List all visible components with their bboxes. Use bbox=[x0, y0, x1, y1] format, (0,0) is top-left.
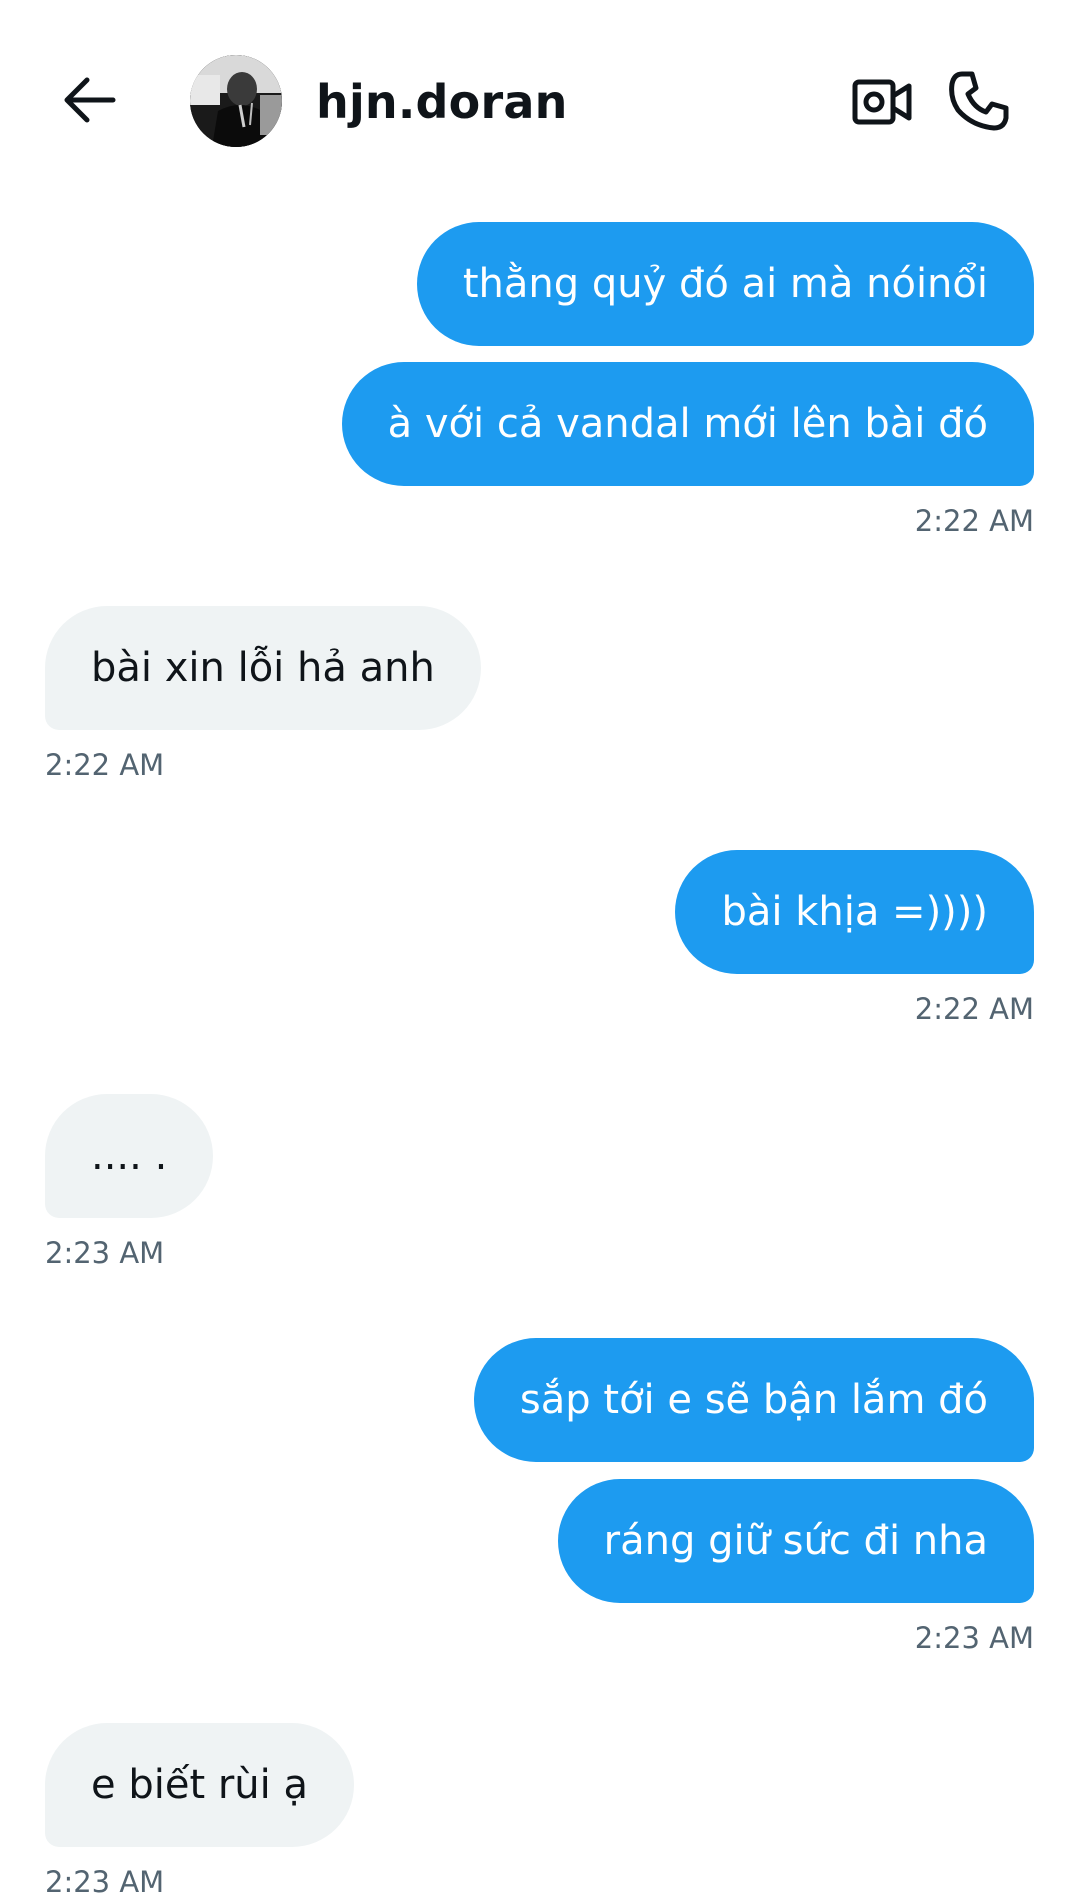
received-message-bubble[interactable]: bài xin lỗi hả anh bbox=[45, 606, 481, 730]
avatar-photo bbox=[190, 55, 282, 147]
message-timestamp: 2:23 AM bbox=[45, 1236, 165, 1270]
back-button[interactable] bbox=[58, 72, 120, 128]
sent-message-bubble[interactable]: bài khịa =)))) bbox=[675, 850, 1034, 974]
contact-username[interactable]: hjn.doran bbox=[316, 74, 568, 130]
message-timestamp: 2:22 AM bbox=[45, 748, 165, 782]
voice-call-button[interactable] bbox=[944, 66, 1014, 136]
sent-message-bubble[interactable]: ráng giữ sức đi nha bbox=[557, 1479, 1034, 1603]
video-call-button[interactable] bbox=[832, 74, 932, 130]
received-message-bubble[interactable]: e biết rùi ạ bbox=[45, 1723, 354, 1847]
message-timestamp: 2:23 AM bbox=[45, 1865, 165, 1899]
sent-message-bubble[interactable]: sắp tới e sẽ bận lắm đó bbox=[473, 1338, 1034, 1462]
message-timestamp: 2:22 AM bbox=[914, 504, 1034, 538]
sent-message-bubble[interactable]: à với cả vandal mới lên bài đó bbox=[341, 362, 1034, 486]
arrow-left-icon bbox=[64, 77, 116, 123]
avatar[interactable] bbox=[190, 55, 282, 147]
message-timestamp: 2:22 AM bbox=[914, 992, 1034, 1026]
conversation-header: hjn.doran bbox=[0, 0, 1079, 200]
received-message-bubble[interactable]: .... . bbox=[45, 1094, 214, 1218]
video-camera-icon bbox=[852, 79, 912, 125]
sent-message-bubble[interactable]: thằng quỷ đó ai mà nóinổi bbox=[416, 222, 1034, 346]
message-timestamp: 2:23 AM bbox=[914, 1621, 1034, 1655]
phone-icon bbox=[949, 71, 1009, 131]
